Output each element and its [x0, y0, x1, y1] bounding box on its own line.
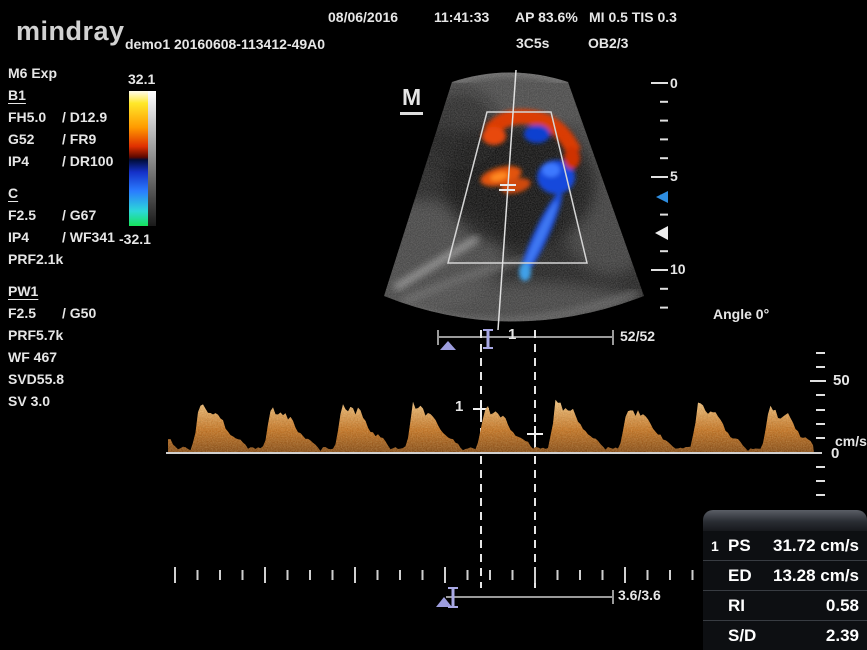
- cine-marker-triangle-icon[interactable]: [440, 341, 456, 350]
- frame-counter: 52/52: [620, 328, 655, 344]
- param-key: IP4: [8, 153, 62, 169]
- date-label: 08/06/2016: [328, 9, 398, 25]
- ultrasound-screen: mindray demo1 20160608-113412-49A0 08/06…: [0, 0, 867, 650]
- param-key: SVD55.8: [8, 371, 62, 387]
- param-key: F2.5: [8, 305, 62, 321]
- result-label: S/D: [728, 626, 770, 646]
- param-row: SV 3.0: [8, 390, 126, 412]
- velocity-scale-0: 0: [831, 445, 839, 462]
- depth-label-0: 0: [670, 75, 678, 91]
- acoustic-power-label: AP 83.6%: [515, 9, 578, 25]
- param-row: WF 467: [8, 346, 126, 368]
- probe-label: 3C5s: [516, 35, 549, 51]
- measurement-calipers[interactable]: [473, 330, 543, 588]
- param-key: FH5.0: [8, 109, 62, 125]
- pw-spectrum: [166, 394, 822, 456]
- param-value: / FR9: [62, 131, 96, 147]
- param-row: IP4 / DR100: [8, 150, 126, 172]
- focus-arrow-blue-icon[interactable]: [656, 191, 668, 203]
- result-value: 2.39: [770, 626, 859, 646]
- results-panel-body: 1 PS 31.72 cm/s ED 13.28 cm/s RI 0.58 S/…: [703, 531, 867, 650]
- param-row: FH5.0 / D12.9: [8, 106, 126, 128]
- doppler-colorbar: [129, 91, 157, 226]
- result-value: 31.72 cm/s: [770, 536, 859, 556]
- param-key: SV 3.0: [8, 393, 62, 409]
- param-key: IP4: [8, 229, 62, 245]
- cine-slider-handle[interactable]: [483, 330, 493, 348]
- param-key: PRF2.1k: [8, 251, 62, 267]
- b-mode-image: [335, 57, 665, 352]
- param-value: / DR100: [62, 153, 113, 169]
- exam-id: demo1 20160608-113412-49A0: [125, 36, 325, 52]
- result-label: ED: [728, 566, 770, 586]
- param-row: F2.5 / G50: [8, 302, 126, 324]
- result-label: RI: [728, 596, 770, 616]
- velocity-scale-ticks: [810, 353, 826, 495]
- depth-label-10: 10: [670, 261, 686, 277]
- results-panel-header: [703, 510, 867, 531]
- result-row-ri: RI 0.58: [703, 590, 867, 620]
- parameter-sidebar: M6 Exp B1 FH5.0 / D12.9 G52 / FR9 IP4 / …: [8, 62, 126, 412]
- cine-position-label: 1: [508, 326, 516, 343]
- result-row-ed: ED 13.28 cm/s: [703, 560, 867, 590]
- param-row: IP4 / WF341: [8, 226, 126, 248]
- param-row: PRF5.7k: [8, 324, 126, 346]
- measurement-results-panel: 1 PS 31.72 cm/s ED 13.28 cm/s RI 0.58 S/…: [703, 510, 867, 650]
- depth-arrow-white-icon[interactable]: [655, 226, 668, 240]
- param-key: PRF5.7k: [8, 327, 62, 343]
- param-row: SVD55.8: [8, 368, 126, 390]
- colorbar-max-label: 32.1: [128, 71, 155, 87]
- result-index: 1: [711, 538, 728, 554]
- colorbar-gray-gradient: [148, 91, 156, 226]
- depth-label-5: 5: [670, 168, 678, 184]
- velocity-scale-50: 50: [833, 372, 850, 389]
- param-value: / D12.9: [62, 109, 107, 125]
- section-pw1-title: PW1: [8, 280, 126, 302]
- sweep-time-label: 3.6/3.6: [618, 587, 661, 603]
- param-value: / WF341: [62, 229, 115, 245]
- param-row: PRF2.1k: [8, 248, 126, 270]
- velocity-unit-label: cm/s: [835, 433, 867, 449]
- result-value: 13.28 cm/s: [770, 566, 859, 586]
- param-value: / G67: [62, 207, 96, 223]
- orientation-marker: M: [400, 84, 423, 115]
- mi-tis-label: MI 0.5 TIS 0.3: [589, 9, 677, 25]
- param-key: WF 467: [8, 349, 62, 365]
- mindray-logo: mindray: [16, 16, 125, 47]
- cine-scrollbar[interactable]: [438, 330, 613, 350]
- param-row: G52 / FR9: [8, 128, 126, 150]
- angle-label: Angle 0°: [713, 306, 769, 322]
- param-key: F2.5: [8, 207, 62, 223]
- section-b1-title: B1: [8, 84, 126, 106]
- colorbar-min-label: -32.1: [119, 231, 151, 247]
- sweep-marker-triangle-icon[interactable]: [436, 597, 452, 607]
- param-row: F2.5 / G67: [8, 204, 126, 226]
- result-row-sd: S/D 2.39: [703, 620, 867, 650]
- time-ruler: [175, 567, 693, 583]
- caliper-number-label: 1: [455, 398, 463, 415]
- section-c-title: C: [8, 182, 126, 204]
- result-row-ps: 1 PS 31.72 cm/s: [703, 531, 867, 560]
- param-value: / G50: [62, 305, 96, 321]
- sweep-scrollbar[interactable]: [436, 588, 613, 607]
- result-value: 0.58: [770, 596, 859, 616]
- preset-label: OB2/3: [588, 35, 628, 51]
- result-label: PS: [728, 536, 770, 556]
- colorbar-velocity-gradient: [129, 91, 148, 226]
- param-key: G52: [8, 131, 62, 147]
- time-label: 11:41:33: [434, 9, 489, 25]
- mode-label: M6 Exp: [8, 62, 126, 84]
